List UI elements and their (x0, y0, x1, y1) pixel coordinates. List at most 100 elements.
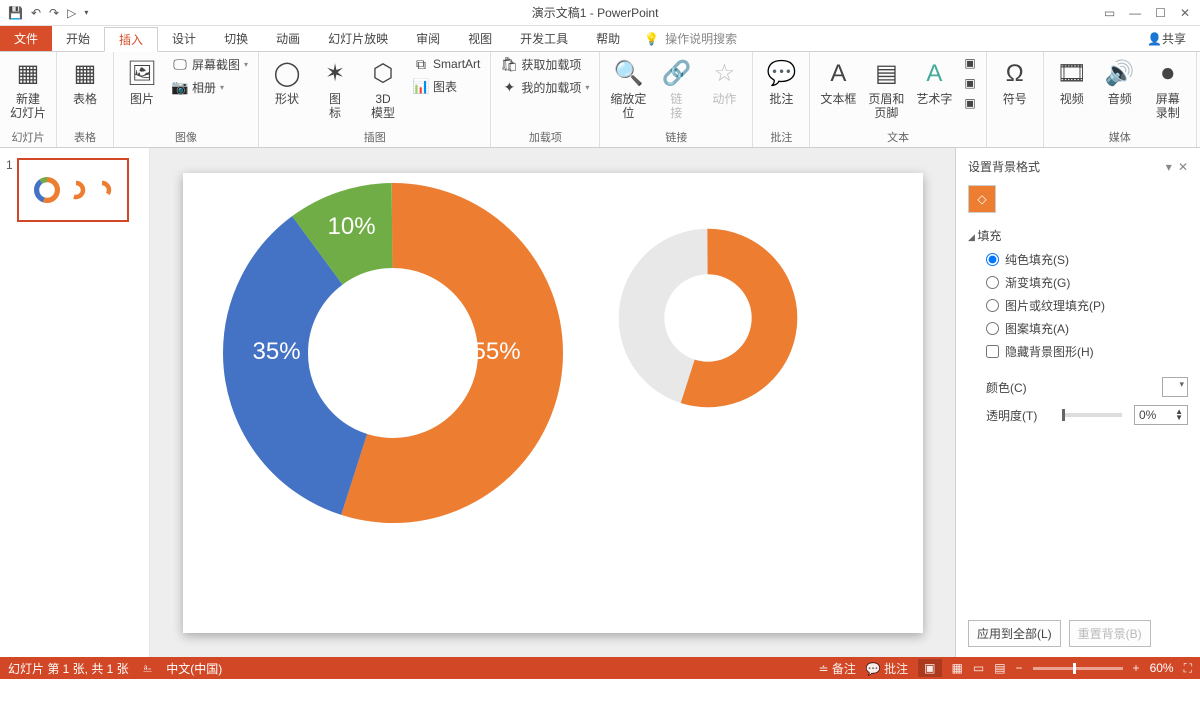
fill-category-icon[interactable]: ◇ (968, 185, 996, 213)
symbol-icon: Ω (999, 58, 1031, 90)
tell-me[interactable]: 💡操作说明搜索 (634, 26, 747, 51)
tab-slideshow[interactable]: 幻灯片放映 (314, 26, 402, 51)
pane-menu-icon[interactable]: ▾ (1166, 160, 1172, 174)
tab-design[interactable]: 设计 (158, 26, 210, 51)
group-media-label: 媒体 (1050, 127, 1190, 147)
transparency-value[interactable]: 0%▲▼ (1134, 405, 1188, 425)
radio-picture-fill[interactable]: 图片或纹理填充(P) (968, 294, 1188, 317)
slideshow-view-icon[interactable]: ▤ (994, 661, 1005, 675)
slide-panel[interactable]: 1 (0, 148, 150, 657)
fit-window-icon[interactable]: ⛶ (1184, 661, 1192, 676)
slide-canvas[interactable]: 55% 35% 10% (183, 173, 923, 633)
tab-home[interactable]: 开始 (52, 26, 104, 51)
new-slide-button[interactable]: ▦新建 幻灯片 (6, 54, 50, 125)
pane-close-icon[interactable]: ✕ (1178, 160, 1188, 174)
tab-view[interactable]: 视图 (454, 26, 506, 51)
shapes-button[interactable]: ◯形状 (265, 54, 309, 110)
notes-button[interactable]: ≐ 备注 (818, 660, 855, 677)
quick-access-toolbar: 💾 ↶ ↷ ▷ ▾ (0, 6, 96, 20)
album-icon: 📷 (172, 80, 188, 96)
text-more2[interactable]: ▣ (960, 74, 979, 92)
tab-file[interactable]: 文件 (0, 26, 52, 51)
header-footer-button[interactable]: ▤页眉和页脚 (864, 54, 908, 125)
symbol-button[interactable]: Ω符号 (993, 54, 1037, 110)
radio-gradient-fill[interactable]: 渐变填充(G) (968, 271, 1188, 294)
apply-all-button[interactable]: 应用到全部(L) (968, 620, 1061, 647)
save-icon[interactable]: 💾 (8, 6, 23, 20)
smartart-icon: ⧉ (413, 56, 429, 72)
text-more1[interactable]: ▣ (960, 54, 979, 72)
donut-chart-secondary[interactable] (613, 223, 803, 413)
workspace: 1 55% 35% 10% 设置背景格式▾ (0, 148, 1200, 657)
textbox-button[interactable]: A文本框 (816, 54, 860, 110)
zoom-icon: 🔍 (612, 58, 644, 90)
close-icon[interactable]: ✕ (1180, 6, 1190, 20)
3dmodel-icon: ⬡ (367, 58, 399, 90)
transparency-field: 透明度(T)0%▲▼ (968, 401, 1188, 429)
ribbon: ▦新建 幻灯片幻灯片 ▦表格表格 🖼图片 🖵屏幕截图 ▾ 📷相册 ▾ 图像 ◯形… (0, 52, 1200, 148)
radio-solid-fill[interactable]: 纯色填充(S) (968, 248, 1188, 271)
my-addins-button[interactable]: ✦我的加载项 ▾ (497, 77, 593, 98)
chart-button[interactable]: 📊图表 (409, 76, 484, 97)
video-button[interactable]: 🎞视频 (1050, 54, 1094, 110)
sorter-view-icon[interactable]: ▦ (952, 661, 963, 675)
tab-animations[interactable]: 动画 (262, 26, 314, 51)
qat-more-icon[interactable]: ▾ (84, 8, 88, 17)
table-button[interactable]: ▦表格 (63, 54, 107, 110)
color-picker[interactable] (1162, 377, 1188, 397)
comments-button[interactable]: 💬 批注 (866, 660, 908, 677)
section-fill[interactable]: 填充 (968, 223, 1188, 248)
zoom-in-icon[interactable]: + (1133, 661, 1140, 675)
maximize-icon[interactable]: ☐ (1155, 6, 1166, 20)
tab-review[interactable]: 审阅 (402, 26, 454, 51)
redo-icon[interactable]: ↷ (49, 6, 59, 20)
undo-icon[interactable]: ↶ (31, 6, 41, 20)
spellcheck-icon[interactable]: ⎁ (143, 661, 153, 676)
zoom-button[interactable]: 🔍缩放定 位 (606, 54, 650, 125)
album-button[interactable]: 📷相册 ▾ (168, 77, 252, 98)
chart-icon: 📊 (413, 79, 429, 95)
group-tables-label: 表格 (63, 127, 107, 147)
check-hide-bg[interactable]: 隐藏背景图形(H) (968, 340, 1188, 363)
window-controls: ▭ — ☐ ✕ (1094, 6, 1200, 20)
get-addins-button[interactable]: 🛍获取加载项 (497, 54, 593, 75)
3dmodel-button[interactable]: ⬡3D 模型 (361, 54, 405, 125)
action-button: ☆动作 (702, 54, 746, 110)
zoom-out-icon[interactable]: − (1016, 661, 1023, 675)
tab-help[interactable]: 帮助 (582, 26, 634, 51)
pictures-button[interactable]: 🖼图片 (120, 54, 164, 110)
reading-view-icon[interactable]: ▭ (973, 661, 984, 675)
ribbon-options-icon[interactable]: ▭ (1104, 6, 1115, 20)
share-button[interactable]: 👤 共享 (1133, 26, 1200, 51)
start-slideshow-icon[interactable]: ▷ (67, 6, 76, 20)
chart-label-35: 35% (253, 338, 301, 366)
smartart-button[interactable]: ⧉SmartArt (409, 54, 484, 74)
group-addins-label: 加载项 (497, 127, 593, 147)
action-icon: ☆ (708, 58, 740, 90)
audio-icon: 🔊 (1104, 58, 1136, 90)
table-icon: ▦ (69, 58, 101, 90)
minimize-icon[interactable]: — (1129, 6, 1141, 20)
audio-button[interactable]: 🔊音频 (1098, 54, 1142, 110)
normal-view-icon[interactable]: ▣ (918, 659, 941, 677)
transparency-slider[interactable] (1062, 413, 1122, 417)
zoom-slider[interactable] (1033, 667, 1123, 670)
wordart-button[interactable]: A艺术字 (912, 54, 956, 110)
tab-transitions[interactable]: 切换 (210, 26, 262, 51)
slide-counter[interactable]: 幻灯片 第 1 张, 共 1 张 (8, 660, 129, 677)
slide-thumbnail[interactable] (17, 158, 129, 222)
tab-insert[interactable]: 插入 (104, 27, 158, 52)
language-indicator[interactable]: 中文(中国) (166, 660, 222, 677)
comment-button[interactable]: 💬批注 (759, 54, 803, 110)
screenrec-button[interactable]: ⏺屏幕 录制 (1146, 54, 1190, 125)
tab-developer[interactable]: 开发工具 (506, 26, 582, 51)
radio-pattern-fill[interactable]: 图案填充(A) (968, 317, 1188, 340)
ribbon-tabs: 文件 开始 插入 设计 切换 动画 幻灯片放映 审阅 视图 开发工具 帮助 💡操… (0, 26, 1200, 52)
icons-button[interactable]: ✶图 标 (313, 54, 357, 125)
text-more3[interactable]: ▣ (960, 94, 979, 112)
zoom-level[interactable]: 60% (1150, 661, 1174, 675)
screenshot-button[interactable]: 🖵屏幕截图 ▾ (168, 54, 252, 75)
pane-title: 设置背景格式▾ ✕ (968, 158, 1188, 175)
pictures-icon: 🖼 (126, 58, 158, 90)
slide-editor[interactable]: 55% 35% 10% (150, 148, 955, 657)
